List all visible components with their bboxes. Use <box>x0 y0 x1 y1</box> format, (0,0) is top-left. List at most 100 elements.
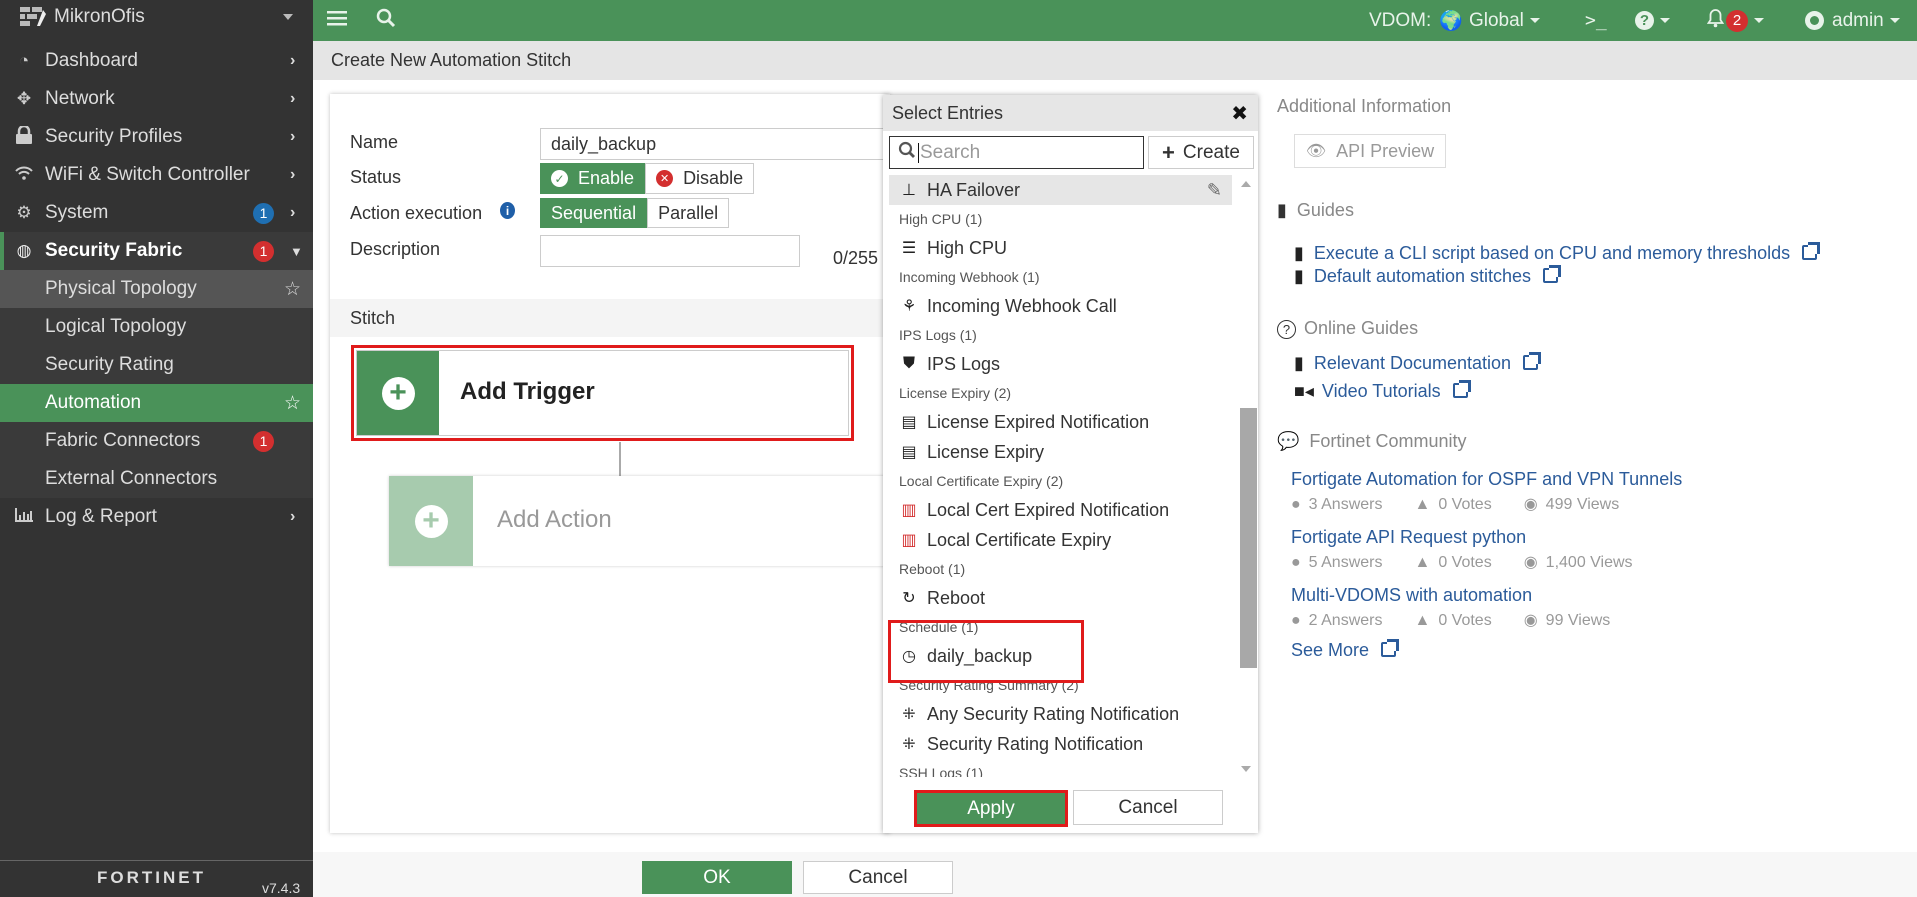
action-execution-label: Action execution <box>350 203 483 223</box>
description-textarea[interactable] <box>540 235 800 267</box>
sidebar-item-dashboard[interactable]: ◔ Dashboard › <box>0 42 313 80</box>
name-input[interactable]: daily_backup <box>540 128 890 160</box>
comments-icon: 💬 <box>1277 431 1300 451</box>
community-post-link[interactable]: Fortigate Automation for OSPF and VPN Tu… <box>1291 469 1682 490</box>
help-menu[interactable]: ? <box>1635 0 1670 41</box>
sidebar-item-label: Automation <box>45 392 142 413</box>
hamburger-icon <box>327 10 347 32</box>
close-icon[interactable]: ✖ <box>1231 101 1248 126</box>
device-selector[interactable]: MikronOfis <box>0 0 313 34</box>
relevant-documentation-link[interactable]: ▮ Relevant Documentation <box>1294 352 1542 374</box>
connector-line <box>619 442 621 476</box>
guide-link[interactable]: ▮ Default automation stitches <box>1294 265 1562 287</box>
ok-button[interactable]: OK <box>642 861 792 894</box>
search-button[interactable] <box>376 0 396 41</box>
notifications-menu[interactable]: 2 <box>1706 0 1764 41</box>
sidebar-item-label: Network <box>45 88 115 109</box>
sidebar-item-system[interactable]: ⚙ System 1 › <box>0 194 313 232</box>
video-icon: ■◂ <box>1294 381 1314 401</box>
menu-toggle-button[interactable] <box>327 0 347 41</box>
entry-label: HA Failover <box>927 179 1021 200</box>
entry-item[interactable]: ☰ High CPU <box>889 233 1232 263</box>
community-post-meta: ● 2 Answers ▲ 0 Votes ◉ 99 Views <box>1291 612 1611 629</box>
pencil-icon[interactable]: ✎ <box>1207 180 1222 201</box>
sidebar-item-label: Physical Topology <box>45 278 197 299</box>
info-icon[interactable]: i <box>500 202 515 219</box>
sidebar-item-wifi-switch[interactable]: WiFi & Switch Controller › <box>0 156 313 194</box>
guide-link[interactable]: ▮ Execute a CLI script based on CPU and m… <box>1294 242 1821 264</box>
name-value: daily_backup <box>551 133 657 154</box>
apply-button[interactable]: Apply <box>914 790 1068 827</box>
api-preview-button[interactable]: 👁 API Preview <box>1294 134 1446 168</box>
search-placeholder: Search <box>920 141 981 163</box>
sidebar-subitem-fabric-connectors[interactable]: Fabric Connectors 1 <box>0 422 313 460</box>
entry-item[interactable]: ▥ Local Cert Expired Notification <box>889 495 1232 525</box>
see-more-link[interactable]: See More <box>1291 639 1400 661</box>
scrollbar-thumb[interactable] <box>1240 408 1257 668</box>
stitch-label: Stitch <box>350 308 396 328</box>
entry-label: License Expiry <box>927 441 1045 462</box>
entry-item[interactable]: ⊥ HA Failover ✎ <box>889 175 1232 205</box>
external-link-icon <box>1543 265 1562 283</box>
status-enable-button[interactable]: ✓ Enable <box>540 163 646 194</box>
add-trigger-button[interactable]: + Add Trigger <box>351 345 854 441</box>
sidebar-subitem-physical-topology[interactable]: Physical Topology ☆ <box>0 270 313 308</box>
sidebar-subitem-external-connectors[interactable]: External Connectors <box>0 460 313 498</box>
entry-item[interactable]: ⁜ Any Security Rating Notification <box>889 699 1232 729</box>
entry-item[interactable]: ⛊ IPS Logs <box>889 349 1232 379</box>
create-button[interactable]: + Create <box>1148 136 1254 169</box>
eye-icon: ◉ <box>1523 496 1538 513</box>
entry-label: Local Certificate Expiry <box>927 529 1112 550</box>
entry-item[interactable]: ▤ License Expired Notification <box>889 407 1232 437</box>
license-icon: ▤ <box>901 444 917 461</box>
additional-info-title: Additional Information <box>1277 96 1452 116</box>
notification-badge: 1 <box>253 430 274 452</box>
caret-down-icon <box>1660 18 1670 23</box>
vdom-selector[interactable]: VDOM: 🌍 Global <box>1369 0 1540 41</box>
sidebar-subitem-logical-topology[interactable]: Logical Topology <box>0 308 313 346</box>
scroll-up-arrow[interactable] <box>1241 181 1251 187</box>
sidebar-item-security-fabric[interactable]: ◍ Security Fabric 1 ▼ <box>0 232 313 270</box>
dialog-cancel-button[interactable]: Cancel <box>1073 790 1223 825</box>
sidebar-subitem-automation[interactable]: Automation ☆ <box>0 384 313 422</box>
help-icon: ? <box>1635 11 1654 30</box>
chart-icon <box>13 507 35 527</box>
scroll-down-arrow[interactable] <box>1241 766 1251 772</box>
rating-icon: ⁜ <box>902 706 916 723</box>
entry-item[interactable]: ▤ License Expiry <box>889 437 1232 467</box>
chevron-right-icon: › <box>290 166 296 183</box>
sidebar-item-label: Logical Topology <box>45 316 187 337</box>
stitch-section-header: Stitch <box>330 299 890 337</box>
chevron-right-icon: › <box>290 90 296 107</box>
add-action-button[interactable]: + Add Action <box>389 476 890 566</box>
sequential-button[interactable]: Sequential <box>540 198 648 228</box>
entry-item[interactable]: ▥ Local Certificate Expiry <box>889 525 1232 555</box>
status-disable-button[interactable]: ✕ Disable <box>645 163 755 194</box>
community-post-meta: ● 5 Answers ▲ 0 Votes ◉ 1,400 Views <box>1291 554 1633 571</box>
sidebar-item-security-profiles[interactable]: Security Profiles › <box>0 118 313 156</box>
cancel-button[interactable]: Cancel <box>803 861 953 894</box>
server-icon: ☰ <box>901 240 917 257</box>
sidebar-subitem-security-rating[interactable]: Security Rating <box>0 346 313 384</box>
description-label: Description <box>350 239 441 259</box>
sidebar-item-network[interactable]: ✥ Network › <box>0 80 313 118</box>
entry-item[interactable]: ⚘ Incoming Webhook Call <box>889 291 1232 321</box>
online-guides-title: ? Online Guides <box>1277 318 1418 339</box>
user-menu[interactable]: admin <box>1805 0 1900 41</box>
entry-group-header: License Expiry (2) <box>899 385 1012 401</box>
community-post-link[interactable]: Multi-VDOMS with automation <box>1291 585 1532 606</box>
star-icon[interactable]: ☆ <box>284 278 301 301</box>
plus-icon: + <box>1162 139 1175 165</box>
top-bar <box>313 0 1917 41</box>
search-icon <box>376 8 396 34</box>
cli-console-button[interactable]: >_ <box>1585 0 1607 41</box>
sidebar-item-log-report[interactable]: Log & Report › <box>0 498 313 536</box>
sidebar-item-label: Log & Report <box>45 506 157 527</box>
video-tutorials-link[interactable]: ■◂ Video Tutorials <box>1294 380 1471 402</box>
entry-item[interactable]: ↻ Reboot <box>889 583 1232 613</box>
entries-search-input[interactable]: Search <box>889 136 1144 169</box>
star-icon[interactable]: ☆ <box>284 392 301 415</box>
entry-item[interactable]: ⁜ Security Rating Notification <box>889 729 1232 759</box>
parallel-button[interactable]: Parallel <box>647 198 730 228</box>
community-post-link[interactable]: Fortigate API Request python <box>1291 527 1526 548</box>
